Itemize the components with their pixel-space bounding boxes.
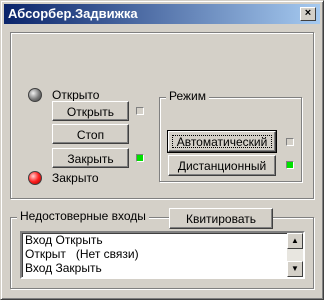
- close-valve-button[interactable]: Закрыть: [52, 148, 129, 168]
- scroll-down-arrow[interactable]: ▼: [287, 261, 303, 277]
- list-item[interactable]: Вход Закрыть: [22, 261, 303, 275]
- inputs-listbox[interactable]: Вход Открыть Открыт (Нет связи) Вход Зак…: [20, 231, 305, 279]
- led-open-indicator: [28, 88, 42, 102]
- vertical-scrollbar[interactable]: ▲ ▼: [287, 233, 303, 277]
- status-closed-label: Закрыто: [52, 171, 99, 185]
- scroll-up-arrow[interactable]: ▲: [287, 233, 303, 249]
- mode-group-label: Режим: [166, 89, 209, 103]
- acknowledge-button[interactable]: Квитировать: [169, 208, 273, 229]
- valve-window: Абсорбер.Задвижка × Открыто Открыть Стоп…: [0, 0, 324, 300]
- title-bar[interactable]: Абсорбер.Задвижка ×: [4, 4, 320, 24]
- close-command-indicator: [136, 154, 144, 162]
- remote-mode-button[interactable]: Дистанционный: [168, 155, 276, 176]
- remote-mode-indicator: [286, 161, 294, 169]
- auto-mode-indicator: [286, 138, 294, 146]
- list-item[interactable]: Открыт (Нет связи): [22, 247, 303, 261]
- auto-mode-button[interactable]: Автоматический: [167, 130, 277, 153]
- led-closed-indicator: [28, 171, 42, 185]
- inputs-group-label: Недостоверные входы: [17, 209, 149, 223]
- open-button[interactable]: Открыть: [52, 101, 129, 121]
- status-open-label: Открыто: [52, 88, 100, 102]
- close-button[interactable]: ×: [300, 7, 316, 21]
- open-command-indicator: [136, 107, 144, 115]
- auto-mode-label: Автоматический: [176, 135, 268, 149]
- window-title: Абсорбер.Задвижка: [8, 6, 138, 21]
- stop-button[interactable]: Стоп: [52, 124, 129, 144]
- list-item[interactable]: Вход Открыть: [22, 233, 303, 247]
